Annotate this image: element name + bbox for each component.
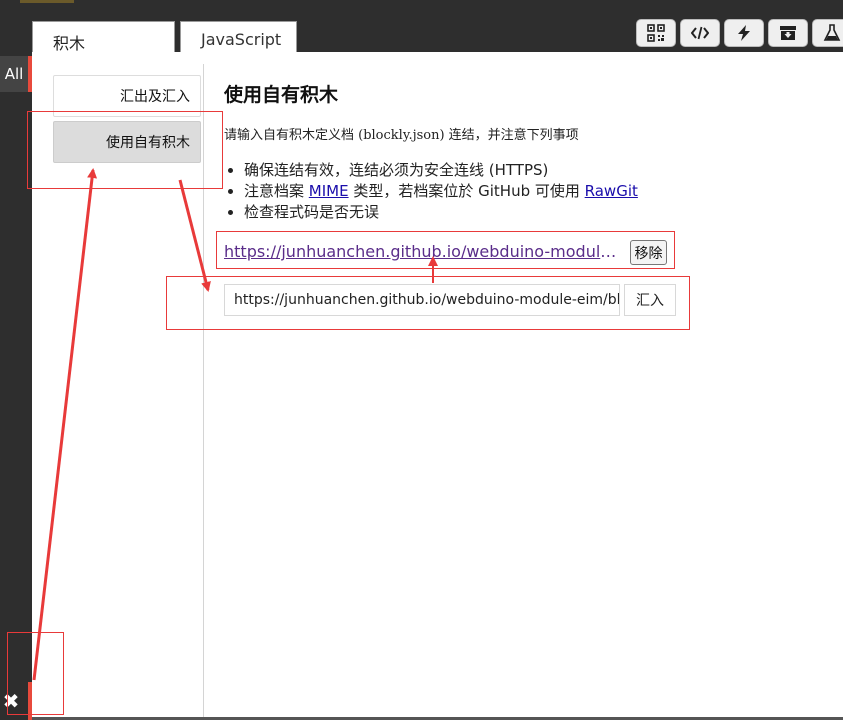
annotation-box xyxy=(27,111,223,189)
tab-javascript[interactable]: JavaScript xyxy=(180,21,297,53)
archive-button[interactable] xyxy=(768,19,808,47)
code-button[interactable] xyxy=(680,19,720,47)
run-button[interactable] xyxy=(724,19,764,47)
note-text: 类型，若档案位於 GitHub 可使用 xyxy=(348,182,585,200)
app-window: 积木 JavaScript All ✖ 汇出及汇入 使用自有积木 使用自有积木 … xyxy=(0,0,843,720)
note-text: 注意档案 xyxy=(244,182,309,200)
description: 请输入自有积木定义档 (blockly.json) 连结，并注意下列事项 xyxy=(224,128,579,143)
annotation-box xyxy=(7,632,64,715)
code-icon xyxy=(691,26,709,40)
mime-link[interactable]: MIME xyxy=(309,182,349,200)
annotation-box xyxy=(216,231,675,269)
rawgit-link[interactable]: RawGit xyxy=(585,182,638,200)
lightning-icon xyxy=(738,25,750,41)
list-item: 检查程式码是否无误 xyxy=(244,202,638,223)
list-item: 确保连结有效，连结必须为安全连线 (HTTPS) xyxy=(244,160,638,181)
archive-download-icon xyxy=(780,26,796,40)
list-item: 注意档案 MIME 类型，若档案位於 GitHub 可使用 RawGit xyxy=(244,181,638,202)
logo xyxy=(20,0,74,3)
qr-code-icon xyxy=(647,24,665,42)
tab-blocks[interactable]: 积木 xyxy=(32,21,175,53)
qr-code-button[interactable] xyxy=(636,19,676,47)
flask-icon xyxy=(823,24,841,41)
lab-button[interactable] xyxy=(812,19,843,47)
content-area: 使用自有积木 请输入自有积木定义档 (blockly.json) 连结，并注意下… xyxy=(224,80,824,221)
top-bar: 积木 JavaScript xyxy=(0,0,843,53)
page-title: 使用自有积木 xyxy=(224,84,339,106)
filter-all[interactable]: All xyxy=(0,56,28,92)
annotation-box xyxy=(166,276,690,330)
notes-list: 确保连结有效，连结必须为安全连线 (HTTPS) 注意档案 MIME 类型，若档… xyxy=(244,160,638,223)
